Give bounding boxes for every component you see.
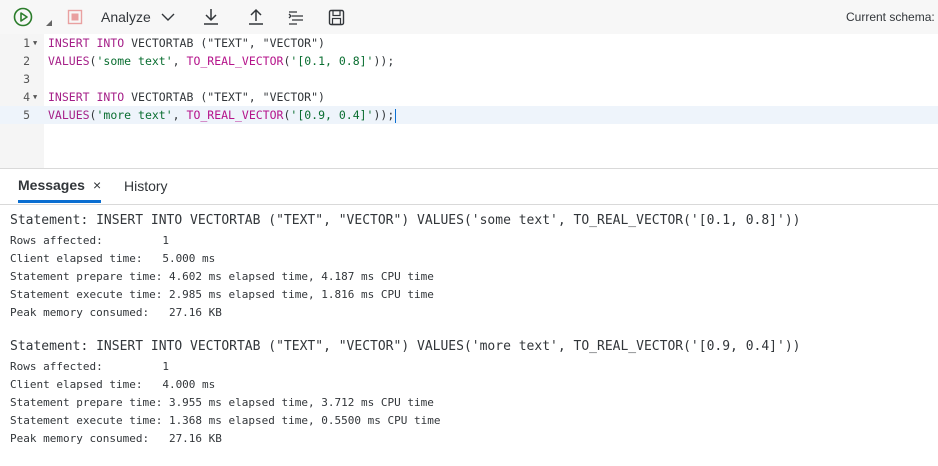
- line-number: 5: [23, 108, 30, 122]
- editor-line-active[interactable]: 5 VALUES('more text', TO_REAL_VECTOR('[0…: [0, 106, 938, 124]
- statement-execute-time: Statement execute time: 1.368 ms elapsed…: [10, 414, 441, 427]
- code-text: INSERT INTO VECTORTAB ("TEXT", "VECTOR"): [48, 36, 325, 50]
- client-elapsed-time: Client elapsed time: 4.000 ms: [10, 378, 216, 391]
- stop-icon[interactable]: [66, 8, 84, 26]
- rows-affected: Rows affected: 1: [10, 234, 169, 247]
- run-icon[interactable]: [12, 6, 34, 28]
- client-elapsed-time: Client elapsed time: 5.000 ms: [10, 252, 216, 265]
- editor-line[interactable]: 2 VALUES('some text', TO_REAL_VECTOR('[0…: [0, 52, 938, 70]
- code-text: VALUES('more text', TO_REAL_VECTOR('[0.9…: [48, 108, 397, 123]
- code-text: VALUES('some text', TO_REAL_VECTOR('[0.1…: [48, 54, 395, 68]
- editor-line[interactable]: 4 ▼ INSERT INTO VECTORTAB ("TEXT", "VECT…: [0, 88, 938, 106]
- tab-messages[interactable]: Messages ×: [18, 169, 102, 203]
- statement-prepare-time: Statement prepare time: 3.955 ms elapsed…: [10, 396, 434, 409]
- upload-icon[interactable]: [246, 7, 266, 27]
- peak-memory: Peak memory consumed: 27.16 KB: [10, 306, 222, 319]
- statement-text: Statement: INSERT INTO VECTORTAB ("TEXT"…: [10, 213, 801, 228]
- analyze-dropdown[interactable]: Analyze: [101, 7, 175, 27]
- text-cursor: [395, 108, 397, 123]
- analyze-label: Analyze: [101, 9, 151, 25]
- chevron-down-icon: [161, 13, 175, 21]
- statement-prepare-time: Statement prepare time: 4.602 ms elapsed…: [10, 270, 434, 283]
- tab-history-label: History: [124, 178, 168, 194]
- fold-icon[interactable]: ▼: [33, 34, 37, 52]
- line-number: 4: [23, 90, 30, 104]
- tab-messages-label: Messages: [18, 176, 85, 193]
- editor-line[interactable]: 3: [0, 70, 938, 88]
- save-icon[interactable]: [326, 7, 346, 27]
- line-number: 1: [23, 36, 30, 50]
- current-schema-label[interactable]: Current schema: T: [846, 10, 938, 24]
- statement-text: Statement: INSERT INTO VECTORTAB ("TEXT"…: [10, 339, 801, 354]
- editor-line[interactable]: 1 ▼ INSERT INTO VECTORTAB ("TEXT", "VECT…: [0, 34, 938, 52]
- tab-history[interactable]: History: [124, 169, 168, 203]
- close-icon[interactable]: ×: [93, 177, 101, 193]
- rows-affected: Rows affected: 1: [10, 360, 169, 373]
- format-icon[interactable]: [286, 7, 306, 27]
- code-text: INSERT INTO VECTORTAB ("TEXT", "VECTOR"): [48, 90, 325, 104]
- run-dropdown-icon[interactable]: [45, 18, 53, 28]
- peak-memory: Peak memory consumed: 27.16 KB: [10, 432, 222, 445]
- download-icon[interactable]: [201, 7, 221, 27]
- statement-execute-time: Statement execute time: 2.985 ms elapsed…: [10, 288, 434, 301]
- sql-editor[interactable]: 1 ▼ INSERT INTO VECTORTAB ("TEXT", "VECT…: [0, 34, 938, 168]
- toolbar: Analyze Current schema: T: [0, 0, 938, 34]
- result-tabs: Messages × History: [0, 169, 938, 205]
- line-number: 3: [23, 72, 30, 86]
- line-number: 2: [23, 54, 30, 68]
- fold-icon[interactable]: ▼: [33, 88, 37, 106]
